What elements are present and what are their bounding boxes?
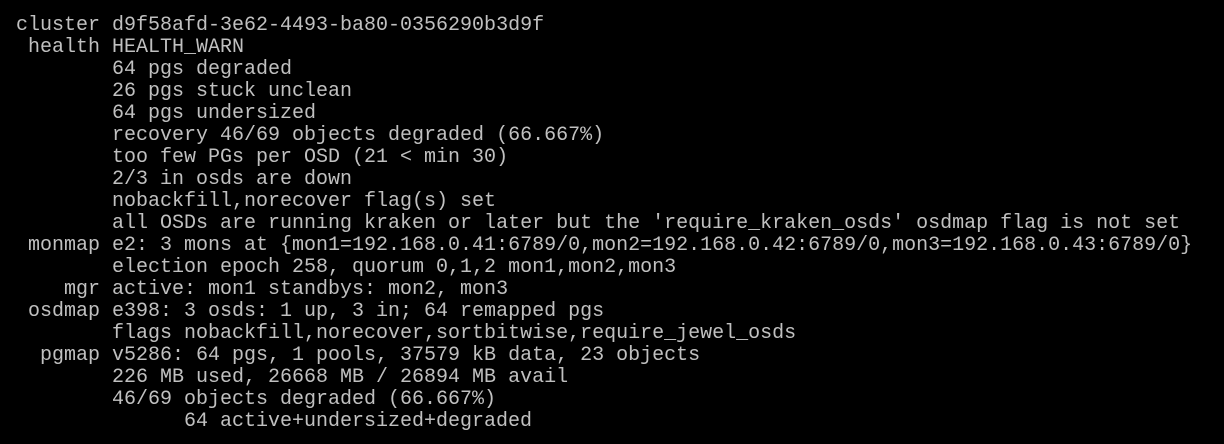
line-text: 46/69 objects degraded (66.667%) [112,388,497,411]
terminal-line: health HEALTH_WARN [16,37,1192,59]
line-text: flags nobackfill,norecover,sortbitwise,r… [112,322,797,345]
line-text: 64 active+undersized+degraded [184,410,533,433]
terminal-line: flags nobackfill,norecover,sortbitwise,r… [16,323,1192,345]
terminal-line: 46/69 objects degraded (66.667%) [16,389,1192,411]
terminal-line: 64 pgs undersized [16,103,1192,125]
line-text: e398: 3 osds: 1 up, 3 in; 64 remapped pg… [112,300,605,323]
terminal-line: 64 pgs degraded [16,59,1192,81]
line-text: e2: 3 mons at {mon1=192.168.0.41:6789/0,… [112,234,1193,257]
line-text: v5286: 64 pgs, 1 pools, 37579 kB data, 2… [112,344,701,367]
terminal-line: monmap e2: 3 mons at {mon1=192.168.0.41:6… [16,235,1192,257]
terminal-line: election epoch 258, quorum 0,1,2 mon1,mo… [16,257,1192,279]
line-text: 226 MB used, 26668 MB / 26894 MB avail [112,366,569,389]
terminal-line: all OSDs are running kraken or later but… [16,213,1192,235]
line-text: election epoch 258, quorum 0,1,2 mon1,mo… [112,256,677,279]
terminal-line: 2/3 in osds are down [16,169,1192,191]
line-text: nobackfill,norecover flag(s) set [112,190,497,213]
terminal-line: too few PGs per OSD (21 < min 30) [16,147,1192,169]
line-text: 2/3 in osds are down [112,168,353,191]
terminal-line: 26 pgs stuck unclean [16,81,1192,103]
terminal-line: pgmap v5286: 64 pgs, 1 pools, 37579 kB da… [16,345,1192,367]
terminal-line: 64 active+undersized+degraded [16,411,1192,433]
terminal-line: recovery 46/69 objects degraded (66.667%… [16,125,1192,147]
line-label: mgr [63,278,100,301]
line-label: pgmap [39,344,100,367]
line-text: HEALTH_WARN [112,36,245,59]
terminal-line: nobackfill,norecover flag(s) set [16,191,1192,213]
line-text: too few PGs per OSD (21 < min 30) [112,146,509,169]
line-text: all OSDs are running kraken or later but… [112,212,1181,235]
line-label: monmap [27,234,100,257]
line-label: cluster [16,14,101,37]
line-text: 64 pgs undersized [112,102,317,125]
terminal-line: 226 MB used, 26668 MB / 26894 MB avail [16,367,1192,389]
terminal-line: cluster d9f58afd-3e62-4493-ba80-0356290b3… [16,15,1192,37]
line-text: active: mon1 standbys: mon2, mon3 [112,278,509,301]
line-text: d9f58afd-3e62-4493-ba80-0356290b3d9f [112,14,545,37]
line-label: osdmap [27,300,100,323]
line-label: health [27,36,100,59]
line-text: recovery 46/69 objects degraded (66.667%… [112,124,605,147]
terminal-output: cluster d9f58afd-3e62-4493-ba80-0356290b3… [16,15,1192,433]
terminal-line: osdmap e398: 3 osds: 1 up, 3 in; 64 remap… [16,301,1192,323]
line-text: 26 pgs stuck unclean [112,80,353,103]
line-text: 64 pgs degraded [112,58,293,81]
terminal-line: mgr active: mon1 standbys: mon2, mon3 [16,279,1192,301]
